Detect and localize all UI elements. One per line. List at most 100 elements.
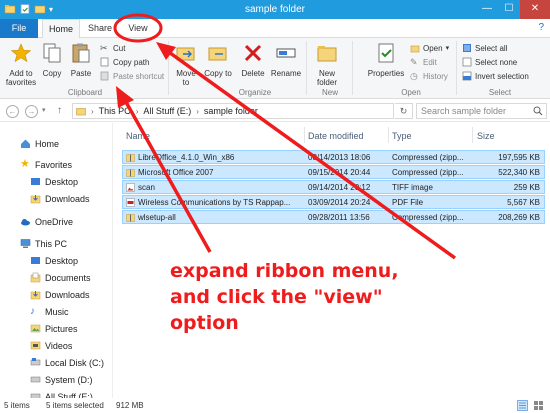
table-row[interactable]: Wireless Communications by TS Rappap... …: [122, 195, 545, 209]
nav-item-downloads[interactable]: Downloads: [30, 192, 90, 205]
copy-folder-icon: [208, 47, 227, 61]
tab-file[interactable]: File: [0, 19, 38, 38]
nav-item-downloads[interactable]: Downloads: [30, 288, 90, 301]
forward-button[interactable]: →: [25, 105, 38, 118]
pdf-file-icon: [126, 198, 135, 207]
breadcrumb-this-pc[interactable]: This PC: [99, 106, 131, 116]
column-divider[interactable]: [388, 127, 389, 143]
status-item-count: 5 items: [4, 401, 30, 410]
delete-button[interactable]: Delete: [238, 42, 268, 78]
file-type: TIFF image: [392, 183, 433, 192]
chevron-down-icon: ▾: [445, 45, 450, 52]
column-header-name[interactable]: Name: [126, 131, 150, 141]
copy-path-button[interactable]: Copy path: [100, 56, 149, 68]
file-size: 197,595 KB: [498, 153, 540, 162]
search-placeholder: Search sample folder: [421, 106, 507, 116]
new-folder-button[interactable]: New folder: [312, 42, 342, 87]
scissors-icon: ✂: [100, 43, 108, 53]
nav-item-videos[interactable]: Videos: [30, 339, 72, 352]
navigation-pane: Home ★ Favorites Desktop Downloads OneDr…: [0, 123, 113, 402]
refresh-button[interactable]: ↻: [395, 103, 413, 119]
select-all-button[interactable]: Select all: [462, 42, 507, 54]
column-header-date-modified[interactable]: Date modified: [308, 131, 364, 141]
address-bar: ← → ▾ ↑ › This PC › All Stuff (E:) › sam…: [0, 100, 550, 122]
nav-item-label: Pictures: [45, 323, 78, 334]
open-icon: [410, 45, 420, 53]
organize-group-label: Organize: [238, 88, 272, 97]
open-button[interactable]: Open ▾: [410, 42, 449, 54]
nav-item-label: This PC: [35, 238, 68, 249]
file-type: Compressed (zipp...: [392, 153, 464, 162]
rename-button[interactable]: Rename: [270, 42, 302, 78]
cut-button[interactable]: ✂ Cut: [100, 42, 125, 54]
ribbon-tabs: File Home Share View ?: [0, 19, 550, 38]
annotation-text: expand ribbon menu, and click the "view"…: [170, 260, 399, 334]
minimize-button[interactable]: —: [476, 0, 498, 19]
up-button[interactable]: ↑: [53, 105, 66, 118]
copy-to-button[interactable]: Copy to: [204, 42, 232, 78]
nav-item-local-disk-c[interactable]: Local Disk (C:): [30, 356, 104, 369]
breadcrumb-all-stuff[interactable]: All Stuff (E:): [143, 106, 191, 116]
file-size: 5,567 KB: [507, 198, 540, 207]
nav-item-music[interactable]: ♪ Music: [30, 305, 69, 318]
copy-path-icon: [100, 57, 109, 67]
tab-share[interactable]: Share: [84, 19, 116, 38]
tab-view[interactable]: View: [122, 19, 154, 38]
ribbon-divider: [306, 41, 307, 95]
add-to-favorites-button[interactable]: Add to favorites: [3, 42, 39, 87]
table-row[interactable]: wlsetup-all 09/28/2011 13:56 Compressed …: [122, 210, 545, 224]
history-button[interactable]: ◷ History: [410, 70, 448, 82]
details-view-icon[interactable]: [517, 400, 528, 411]
column-divider[interactable]: [304, 127, 305, 143]
column-header-type[interactable]: Type: [392, 131, 412, 141]
back-button[interactable]: ←: [6, 105, 19, 118]
copy-button[interactable]: Copy: [40, 42, 64, 78]
paste-shortcut-label: Paste shortcut: [113, 71, 165, 81]
select-group-label: Select: [488, 88, 512, 97]
large-icons-view-icon[interactable]: [533, 400, 544, 411]
desktop-icon: [31, 257, 40, 264]
history-icon: ◷: [410, 71, 418, 81]
paste-shortcut-icon: [100, 71, 109, 81]
table-row[interactable]: LibreOffice_4.1.0_Win_x86 08/14/2013 18:…: [122, 150, 545, 164]
zip-folder-icon: [126, 169, 135, 177]
breadcrumb-sample-folder[interactable]: sample folder: [204, 106, 258, 116]
select-none-label: Select none: [475, 57, 518, 67]
paste-button[interactable]: Paste: [68, 42, 94, 78]
help-icon[interactable]: ?: [538, 22, 544, 33]
nav-item-documents[interactable]: Documents: [30, 271, 91, 284]
table-row[interactable]: Microsoft Office 2007 09/15/2014 20:44 C…: [122, 165, 545, 179]
nav-item-favorites[interactable]: ★ Favorites: [20, 158, 72, 171]
select-all-icon: [463, 44, 471, 52]
nav-item-this-pc[interactable]: This PC: [20, 237, 67, 250]
copy-path-label: Copy path: [113, 57, 150, 67]
tab-home[interactable]: Home: [42, 19, 80, 38]
column-header-size[interactable]: Size: [477, 131, 495, 141]
paste-shortcut-button[interactable]: Paste shortcut: [100, 70, 164, 82]
move-to-button[interactable]: Move to: [172, 42, 200, 87]
edit-button[interactable]: ✎ Edit: [410, 56, 437, 68]
copy-icon: [43, 43, 61, 63]
nav-item-desktop[interactable]: Desktop: [30, 175, 78, 188]
close-button[interactable]: ✕: [520, 0, 550, 19]
ribbon-divider: [168, 41, 169, 95]
download-icon: [30, 291, 41, 300]
nav-item-home[interactable]: Home: [20, 137, 59, 150]
new-folder-icon: [317, 46, 337, 62]
properties-button[interactable]: Properties: [366, 42, 406, 78]
table-row[interactable]: scan 09/14/2014 20:12 TIFF image 259 KB: [122, 180, 545, 194]
nav-item-system-d[interactable]: System (D:): [30, 373, 93, 386]
breadcrumb[interactable]: › This PC › All Stuff (E:) › sample fold…: [72, 103, 394, 119]
invert-selection-button[interactable]: Invert selection: [462, 70, 529, 82]
nav-item-pictures[interactable]: Pictures: [30, 322, 78, 335]
nav-item-desktop[interactable]: Desktop: [30, 254, 78, 267]
nav-item-label: Videos: [45, 340, 73, 351]
select-none-button[interactable]: Select none: [462, 56, 517, 68]
search-input[interactable]: Search sample folder: [416, 103, 547, 119]
recent-locations-icon[interactable]: ▾: [42, 106, 46, 114]
nav-item-onedrive[interactable]: OneDrive: [20, 215, 73, 228]
maximize-button[interactable]: ☐: [498, 0, 520, 19]
documents-icon: [30, 272, 41, 283]
column-divider[interactable]: [472, 127, 473, 143]
clipboard-group-label: Clipboard: [67, 88, 103, 97]
